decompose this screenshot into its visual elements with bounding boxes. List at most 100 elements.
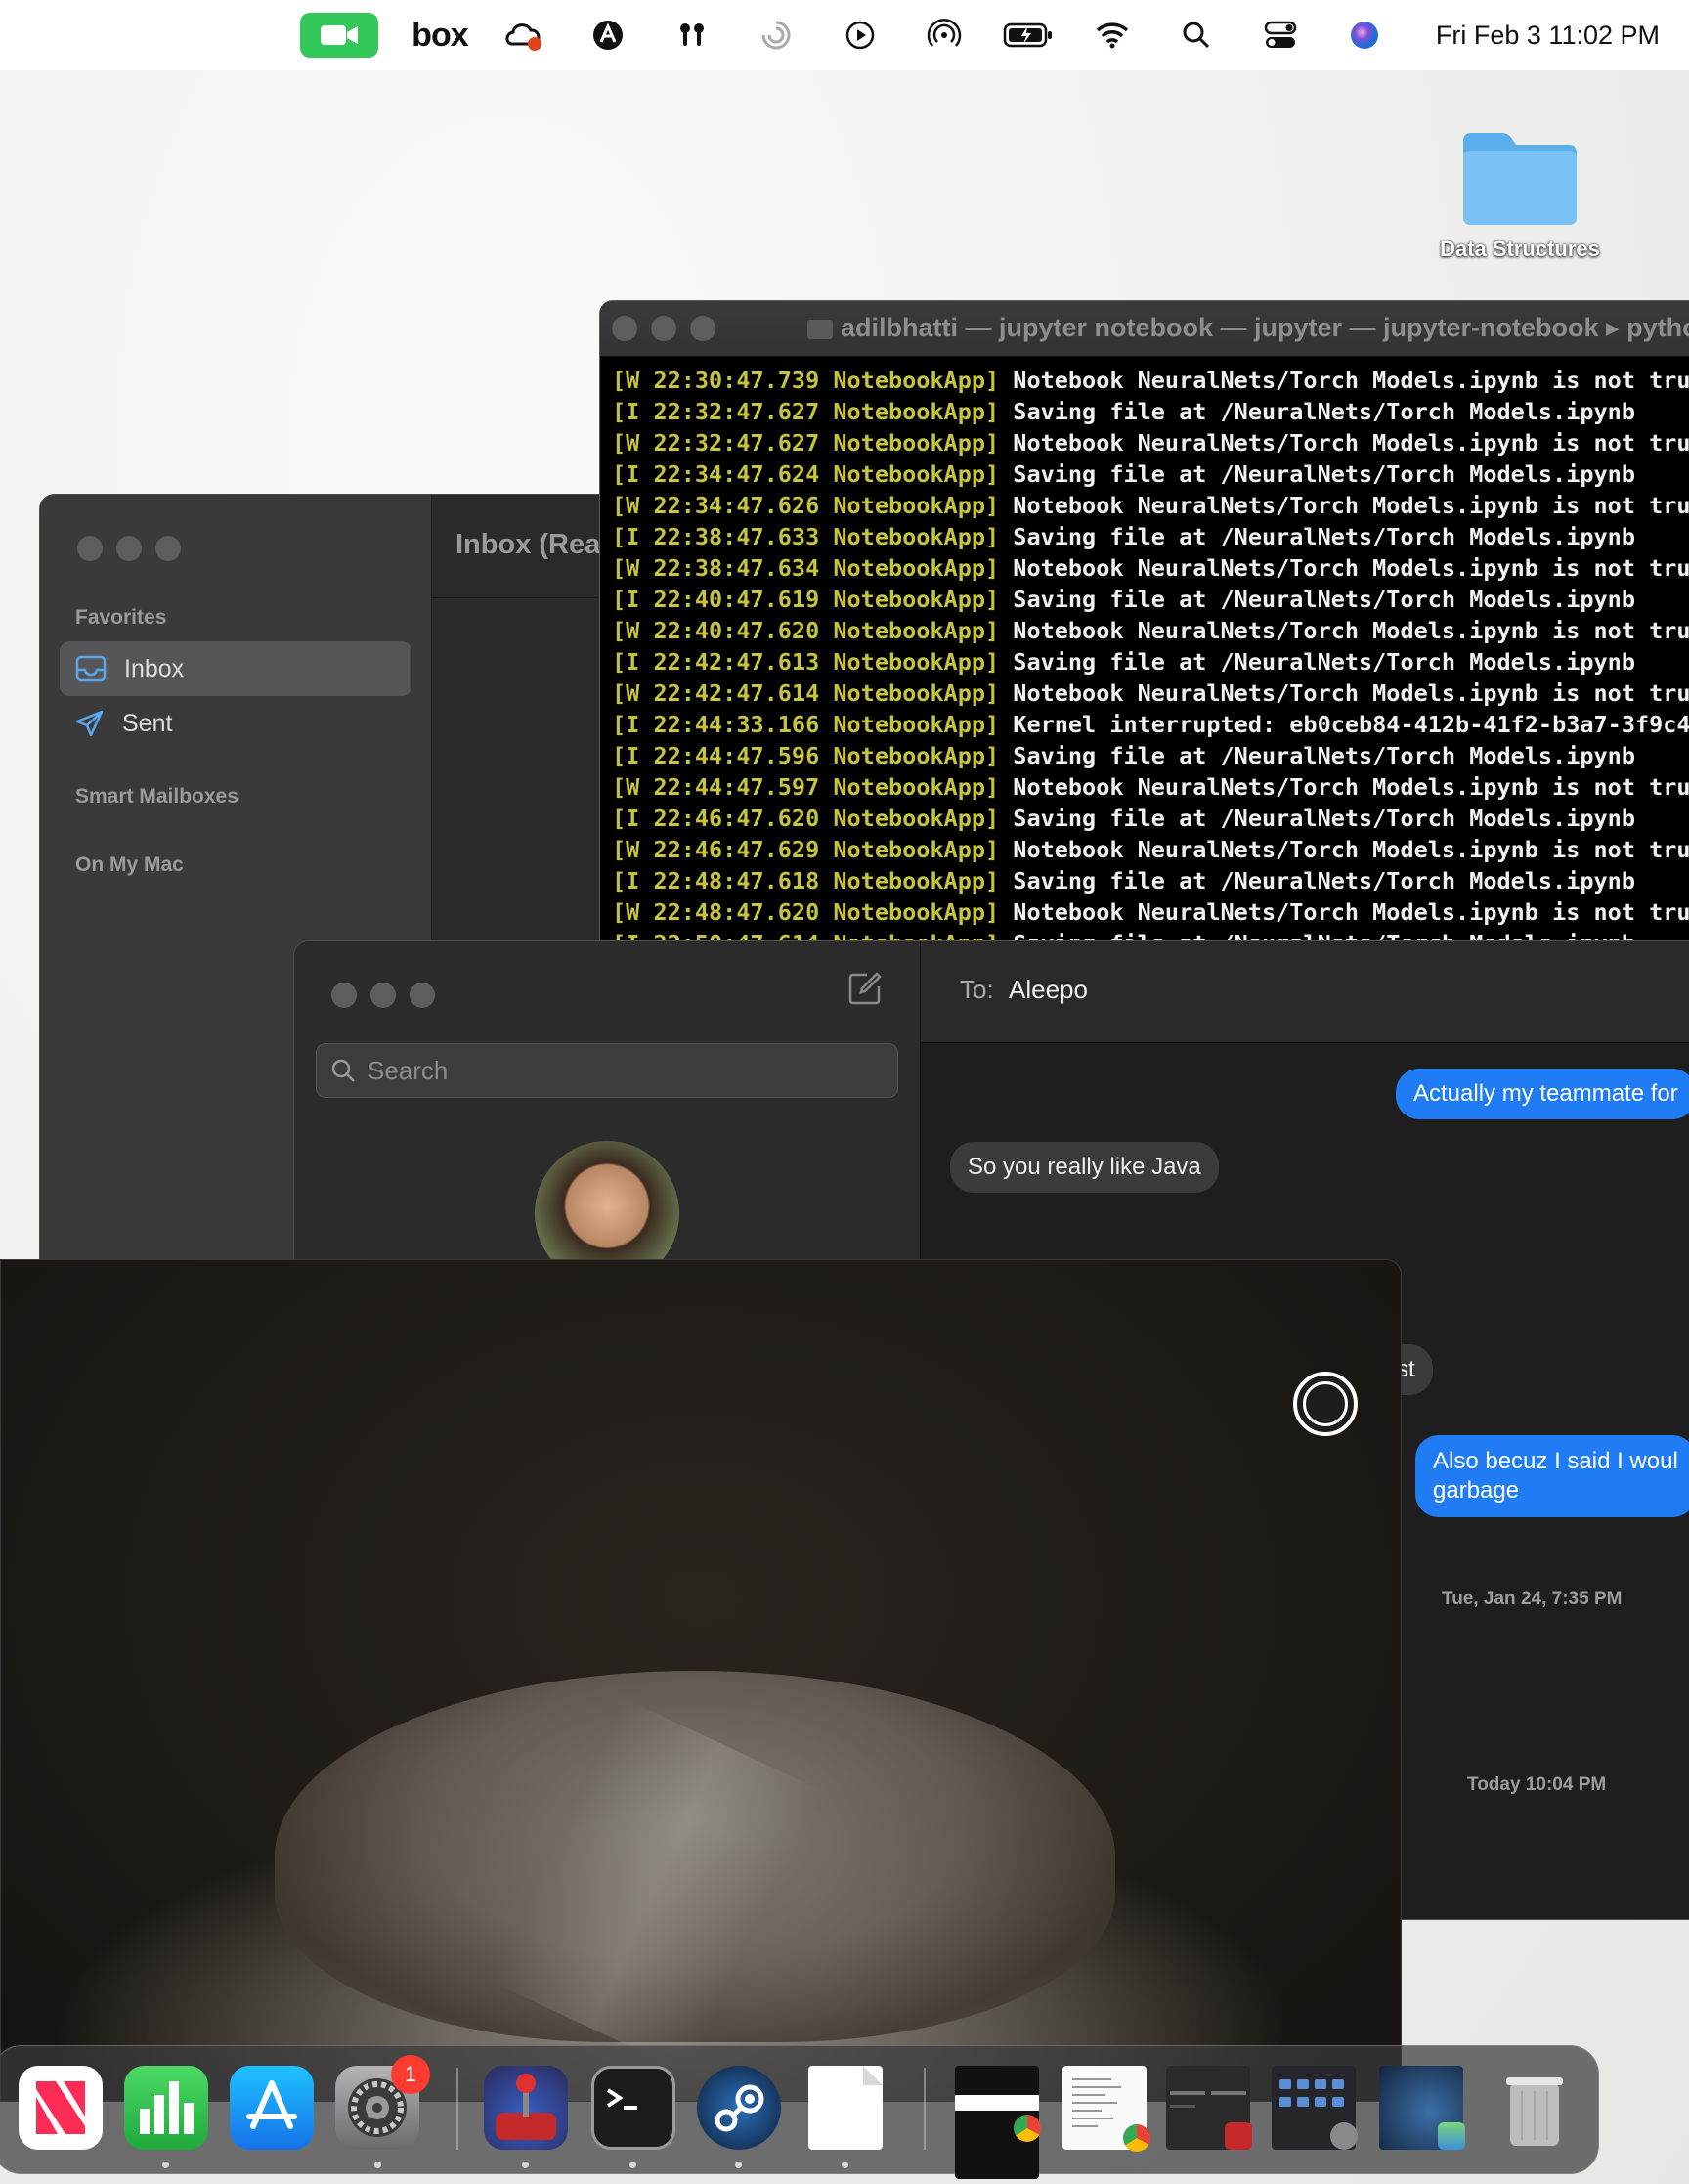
- running-indicator: [842, 2162, 848, 2168]
- camera-preview-window[interactable]: [0, 1259, 1402, 2102]
- log-tag: [I 22:42:47.613 NotebookApp]: [612, 648, 1000, 676]
- maps-window-thumbnail[interactable]: [1379, 2066, 1465, 2150]
- terminal-log-line: [W 22:30:47.739 NotebookApp] Notebook Ne…: [612, 365, 1689, 396]
- minimize-button[interactable]: [116, 536, 142, 561]
- message-line: Also becuz I said I woul: [1433, 1448, 1678, 1474]
- chrome-window-thumbnail[interactable]: [955, 2066, 1041, 2179]
- battery-icon[interactable]: [986, 0, 1070, 70]
- log-message: Notebook NeuralNets/Torch Models.ipynb i…: [999, 836, 1689, 863]
- joystick-app-icon[interactable]: [484, 2066, 568, 2150]
- terminal-window[interactable]: adilbhatti — jupyter notebook — jupyter …: [599, 300, 1689, 947]
- mail-list-title: Inbox (Rea: [455, 529, 601, 560]
- message-bubble-incoming[interactable]: So you really like Java: [950, 1142, 1219, 1193]
- on-my-mac-heading[interactable]: On My Mac: [75, 853, 184, 877]
- terminal-titlebar[interactable]: adilbhatti — jupyter notebook — jupyter …: [600, 301, 1689, 357]
- terminal-log-line: [I 22:48:47.618 NotebookApp] Saving file…: [612, 865, 1689, 896]
- message-timestamp: Tue, Jan 24, 7:35 PM: [1442, 1589, 1623, 1609]
- airdrop-icon[interactable]: [902, 0, 986, 70]
- settings-window-thumbnail[interactable]: [1272, 2066, 1358, 2150]
- close-button[interactable]: [331, 983, 357, 1008]
- log-message: Notebook NeuralNets/Torch Models.ipynb i…: [999, 429, 1689, 457]
- chrome-icon: [1014, 2115, 1041, 2142]
- log-message: Saving file at /NeuralNets/Torch Models.…: [999, 742, 1635, 769]
- terminal-traffic-lights: [612, 316, 715, 341]
- facetime-icon[interactable]: [299, 13, 378, 58]
- log-message: Saving file at /NeuralNets/Torch Models.…: [999, 648, 1635, 676]
- message-bubble-outgoing[interactable]: Also becuz I said I woul garbage: [1415, 1435, 1689, 1517]
- terminal-title: adilbhatti — jupyter notebook — jupyter …: [807, 313, 1689, 343]
- log-tag: [W 22:40:47.620 NotebookApp]: [612, 617, 1000, 644]
- terminal-log-line: [I 22:42:47.613 NotebookApp] Saving file…: [612, 646, 1689, 677]
- favorites-heading: Favorites: [75, 606, 167, 629]
- message-line: garbage: [1433, 1477, 1520, 1504]
- search-icon[interactable]: [1154, 0, 1238, 70]
- system-settings-icon: [1330, 2122, 1358, 2150]
- message-bubble-outgoing[interactable]: Actually my teammate for: [1396, 1069, 1689, 1119]
- close-button[interactable]: [612, 316, 637, 341]
- app-window-thumbnail[interactable]: [1166, 2066, 1252, 2150]
- mailbox-sent[interactable]: Sent: [60, 696, 411, 751]
- vpn-icon[interactable]: [566, 0, 650, 70]
- desktop-folder[interactable]: Data Structures: [1417, 127, 1623, 262]
- log-tag: [I 22:46:47.620 NotebookApp]: [612, 805, 1000, 832]
- steam-icon[interactable]: [697, 2066, 781, 2150]
- compose-icon[interactable]: [847, 971, 883, 1006]
- smart-mailboxes-heading[interactable]: Smart Mailboxes: [75, 785, 238, 808]
- log-tag: [W 22:46:47.629 NotebookApp]: [612, 836, 1000, 863]
- recipient-name[interactable]: Aleepo: [1009, 975, 1088, 1005]
- log-tag: [I 22:48:47.618 NotebookApp]: [612, 867, 1000, 895]
- terminal-log-line: [W 22:42:47.614 NotebookApp] Notebook Ne…: [612, 677, 1689, 709]
- minimize-button[interactable]: [651, 316, 676, 341]
- zoom-button[interactable]: [410, 983, 435, 1008]
- running-indicator: [629, 2162, 636, 2168]
- focus-icon[interactable]: [734, 0, 818, 70]
- inbox-icon: [75, 655, 107, 682]
- folder-icon: [1463, 133, 1577, 225]
- mailbox-sent-label: Sent: [122, 709, 173, 737]
- log-tag: [W 22:42:47.614 NotebookApp]: [612, 679, 1000, 707]
- log-message: Notebook NeuralNets/Torch Models.ipynb i…: [999, 367, 1689, 394]
- close-button[interactable]: [77, 536, 103, 561]
- terminal-log-line: [W 22:32:47.627 NotebookApp] Notebook Ne…: [612, 427, 1689, 459]
- log-message: Saving file at /NeuralNets/Torch Models.…: [999, 867, 1635, 895]
- search-icon: [331, 1059, 355, 1082]
- wifi-icon[interactable]: [1070, 0, 1154, 70]
- box-icon[interactable]: box: [398, 0, 482, 70]
- news-icon[interactable]: [19, 2066, 103, 2150]
- menu-clock[interactable]: Fri Feb 3 11:02 PM: [1436, 21, 1660, 51]
- box-label: box: [411, 16, 468, 54]
- terminal-log-line: [I 22:32:47.627 NotebookApp] Saving file…: [612, 396, 1689, 427]
- window-thumbnail-strip: [955, 2095, 1039, 2111]
- terminal-log-line: [W 22:44:47.597 NotebookApp] Notebook Ne…: [612, 771, 1689, 803]
- terminal-output[interactable]: [W 22:30:47.739 NotebookApp] Notebook Ne…: [600, 357, 1689, 946]
- numbers-icon[interactable]: [124, 2066, 208, 2150]
- log-tag: [I 22:40:47.619 NotebookApp]: [612, 586, 1000, 613]
- log-message: Notebook NeuralNets/Torch Models.ipynb i…: [999, 773, 1689, 801]
- maps-icon: [1438, 2122, 1465, 2150]
- log-message: Notebook NeuralNets/Torch Models.ipynb i…: [999, 617, 1689, 644]
- log-tag: [W 22:30:47.739 NotebookApp]: [612, 367, 1000, 394]
- mailbox-inbox[interactable]: Inbox: [60, 641, 411, 696]
- app-store-icon[interactable]: [230, 2066, 314, 2150]
- log-message: Saving file at /NeuralNets/Torch Models.…: [999, 398, 1635, 425]
- capture-button[interactable]: [1293, 1372, 1358, 1436]
- play-icon[interactable]: [818, 0, 902, 70]
- document-icon[interactable]: [808, 2066, 883, 2150]
- chrome-icon: [1123, 2124, 1150, 2152]
- search-input[interactable]: Search: [316, 1043, 898, 1098]
- terminal-log-line: [W 22:38:47.634 NotebookApp] Notebook Ne…: [612, 552, 1689, 584]
- log-tag: [I 22:44:33.166 NotebookApp]: [612, 711, 1000, 738]
- siri-icon[interactable]: [1322, 0, 1407, 70]
- airpods-icon[interactable]: [650, 0, 734, 70]
- log-message: Saving file at /NeuralNets/Torch Models.…: [999, 586, 1635, 613]
- terminal-icon[interactable]: [591, 2066, 675, 2150]
- zoom-button[interactable]: [155, 536, 181, 561]
- minimize-button[interactable]: [370, 983, 396, 1008]
- sent-icon: [75, 710, 104, 737]
- chrome-doc-thumbnail[interactable]: [1062, 2066, 1150, 2152]
- running-indicator: [374, 2162, 381, 2168]
- control-center-icon[interactable]: [1238, 0, 1322, 70]
- trash-icon[interactable]: [1493, 2066, 1577, 2150]
- creative-cloud-icon[interactable]: [482, 0, 566, 70]
- zoom-button[interactable]: [690, 316, 715, 341]
